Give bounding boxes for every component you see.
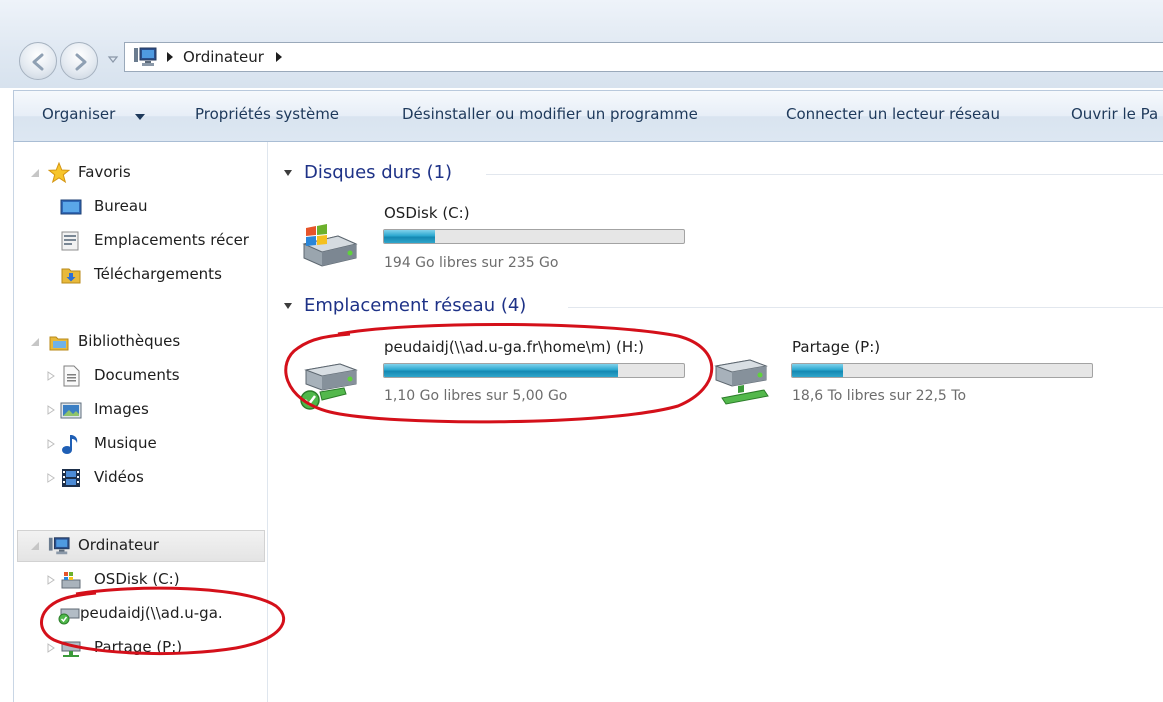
uninstall-program-button[interactable]: Désinstaller ou modifier un programme	[402, 105, 698, 123]
nav-label: Bureau	[94, 197, 148, 215]
music-note-icon	[62, 435, 78, 454]
desktop-icon	[60, 199, 82, 215]
breadcrumb-arrow-icon[interactable]	[165, 51, 175, 63]
nav-label: peudaidj(\\ad.u-ga.	[80, 604, 223, 622]
drive-name: Partage (P:)	[792, 338, 881, 356]
nav-label: Vidéos	[94, 468, 144, 486]
drive-name: peudaidj(\\ad.u-ga.fr\home\m) (H:)	[384, 338, 645, 356]
document-icon	[63, 365, 80, 387]
pane-divider[interactable]	[267, 142, 268, 702]
collapse-triangle-icon[interactable]	[46, 643, 56, 653]
chevron-down-icon[interactable]	[135, 113, 145, 121]
nav-computer[interactable]: Ordinateur	[24, 531, 264, 561]
nav-label: Emplacements récer	[94, 231, 249, 249]
nav-downloads[interactable]: Téléchargements	[24, 260, 264, 290]
network-drive-icon	[300, 363, 358, 410]
system-properties-button[interactable]: Propriétés système	[195, 105, 339, 123]
drive-usage-fill	[792, 364, 843, 377]
expand-triangle-icon[interactable]	[30, 337, 40, 347]
drive-usage-bar	[383, 229, 685, 244]
address-bar[interactable]: Ordinateur	[124, 42, 1163, 72]
group-divider	[486, 174, 1163, 175]
back-arrow-icon	[32, 53, 44, 71]
network-drive-icon	[58, 608, 80, 625]
drive-free-space: 18,6 To libres sur 22,5 To	[792, 388, 967, 404]
back-button[interactable]	[19, 42, 57, 80]
expand-triangle-icon[interactable]	[30, 541, 40, 551]
nav-libraries[interactable]: Bibliothèques	[24, 327, 264, 357]
computer-icon	[48, 537, 70, 555]
drive-free-space: 1,10 Go libres sur 5,00 Go	[384, 388, 568, 404]
nav-music[interactable]: Musique	[24, 429, 264, 459]
nav-label: OSDisk (C:)	[94, 570, 180, 588]
nav-network-home-drive[interactable]: peudaidj(\\ad.u-ga.	[24, 599, 264, 629]
forward-arrow-icon	[75, 53, 87, 71]
images-icon	[60, 402, 82, 419]
system-drive-icon	[302, 224, 358, 267]
nav-videos[interactable]: Vidéos	[24, 463, 264, 493]
nav-label: Téléchargements	[94, 265, 222, 283]
computer-icon	[134, 47, 157, 66]
title-bar: Ordinateur	[0, 0, 1163, 88]
nav-label: Ordinateur	[78, 536, 159, 554]
open-control-panel-button[interactable]: Ouvrir le Pa	[1071, 105, 1158, 123]
group-divider	[568, 307, 1163, 308]
video-film-icon	[62, 469, 80, 487]
collapse-group-icon[interactable]	[283, 301, 293, 311]
drive-usage-fill	[384, 230, 435, 243]
libraries-icon	[49, 336, 69, 351]
command-bar: Organiser Propriétés système Désinstalle…	[13, 90, 1163, 142]
star-icon	[48, 162, 70, 184]
recent-pages-dropdown-icon[interactable]	[106, 52, 120, 66]
downloads-folder-icon	[61, 268, 81, 284]
forward-button[interactable]	[60, 42, 98, 80]
nav-osdisk[interactable]: OSDisk (C:)	[24, 565, 264, 595]
breadcrumb-arrow-icon[interactable]	[274, 51, 284, 63]
nav-label: Bibliothèques	[78, 332, 181, 350]
system-drive-icon	[61, 572, 81, 589]
map-network-drive-button[interactable]: Connecter un lecteur réseau	[786, 105, 1000, 123]
collapse-triangle-icon[interactable]	[46, 405, 56, 415]
nav-label: Images	[94, 400, 149, 418]
nav-label: Favoris	[78, 163, 131, 181]
collapse-triangle-icon[interactable]	[46, 473, 56, 483]
drive-usage-bar	[791, 363, 1093, 378]
drive-usage-bar	[383, 363, 685, 378]
network-drive-icon	[61, 641, 81, 657]
collapse-triangle-icon[interactable]	[46, 371, 56, 381]
nav-share-drive[interactable]: Partage (P:)	[24, 633, 264, 663]
nav-label: Musique	[94, 434, 157, 452]
drive-free-space: 194 Go libres sur 235 Go	[384, 255, 559, 271]
breadcrumb-computer[interactable]: Ordinateur	[183, 48, 264, 66]
collapse-group-icon[interactable]	[283, 168, 293, 178]
drive-name: OSDisk (C:)	[384, 204, 470, 222]
collapse-triangle-icon[interactable]	[46, 439, 56, 449]
nav-images[interactable]: Images	[24, 395, 264, 425]
collapse-triangle-icon[interactable]	[46, 575, 56, 585]
nav-label: Documents	[94, 366, 180, 384]
recent-places-icon	[61, 231, 79, 251]
organize-button[interactable]: Organiser	[42, 105, 115, 123]
group-header-network-locations[interactable]: Emplacement réseau (4)	[304, 295, 526, 316]
nav-desktop[interactable]: Bureau	[24, 192, 264, 222]
nav-recent-places[interactable]: Emplacements récer	[24, 226, 264, 256]
nav-favorites[interactable]: Favoris	[24, 158, 264, 188]
nav-documents[interactable]: Documents	[24, 361, 264, 391]
explorer-window: Ordinateur Organiser Propriétés système …	[0, 0, 1163, 702]
expand-triangle-icon[interactable]	[30, 168, 40, 178]
group-header-hard-disks[interactable]: Disques durs (1)	[304, 162, 452, 183]
network-drive-icon	[714, 359, 769, 405]
drive-usage-fill	[384, 364, 618, 377]
nav-label: Partage (P:)	[94, 638, 183, 656]
